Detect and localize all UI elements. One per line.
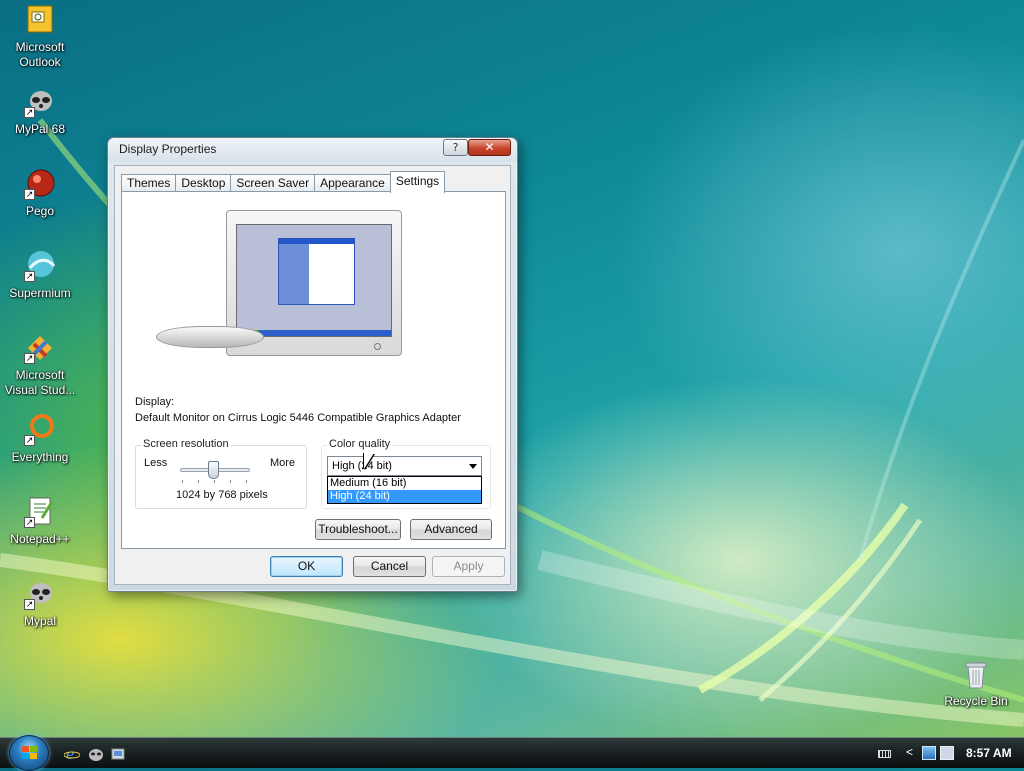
troubleshoot-button[interactable]: Troubleshoot... [315, 519, 401, 540]
windows-logo-icon [22, 746, 37, 759]
tab-screen-saver[interactable]: Screen Saver [230, 174, 316, 192]
notepadpp-icon: ↗ [24, 496, 56, 528]
tray-expand-arrow[interactable]: < [906, 745, 913, 759]
everything-icon: ↗ [24, 414, 56, 446]
cancel-button[interactable]: Cancel [353, 556, 426, 577]
desktop-icon-label: Recycle Bin [944, 694, 1008, 708]
keyboard-icon[interactable] [878, 750, 891, 758]
desktop-icon-label: Microsoft [15, 40, 65, 54]
dialog-client-area: Themes Desktop Screen Saver Appearance S… [114, 165, 511, 585]
color-quality-label: Color quality [327, 438, 393, 450]
taskbar: e < 8:57 AM [0, 735, 1024, 771]
help-button[interactable]: ? [443, 139, 468, 156]
color-quality-dropdown[interactable]: Medium (16 bit) High (24 bit) [327, 476, 482, 504]
show-desktop-icon[interactable] [110, 746, 126, 762]
raccoon-icon: ↗ [24, 578, 56, 610]
color-quality-selected: High (24 bit) [332, 460, 392, 472]
tab-strip: Themes Desktop Screen Saver Appearance S… [121, 171, 446, 193]
display-label: Display: [135, 396, 175, 408]
shortcut-arrow-icon: ↗ [24, 517, 35, 528]
monitor-stand [156, 326, 264, 348]
ok-button[interactable]: OK [270, 556, 343, 577]
outlook-icon [24, 4, 56, 36]
more-label: More [270, 457, 296, 469]
color-quality-option-medium[interactable]: Medium (16 bit) [328, 477, 481, 490]
desktop-icon-label: Notepad++ [10, 532, 70, 546]
color-quality-group: Color quality High (24 bit) Medium (16 b… [321, 438, 491, 509]
tab-themes[interactable]: Themes [121, 174, 177, 192]
close-button[interactable]: ✕ [468, 139, 511, 156]
desktop-icon-pego[interactable]: ↗ Pego [1, 168, 79, 219]
supermium-icon: ↗ [24, 250, 56, 282]
svg-text:e: e [66, 747, 74, 762]
resolution-value: 1024 by 768 pixels [176, 489, 268, 501]
desktop-icon-label: Visual Stud... [4, 383, 76, 397]
desktop-icon-label: Outlook [19, 55, 61, 69]
volume-icon[interactable] [940, 746, 954, 760]
desktop-icon-notepadpp[interactable]: ↗ Notepad++ [1, 496, 79, 547]
window-title: Display Properties [119, 142, 217, 156]
network-icon[interactable] [922, 746, 936, 760]
screen-resolution-group: Screen resolution Less More 1024 by 768 … [135, 438, 307, 509]
display-properties-window[interactable]: Display Properties ? ✕ Themes Desktop Sc… [107, 137, 518, 592]
shortcut-arrow-icon: ↗ [24, 189, 35, 200]
title-bar[interactable]: Display Properties ? ✕ [108, 138, 517, 162]
desktop-icon-everything[interactable]: ↗ Everything [1, 414, 79, 465]
power-button-icon [374, 343, 381, 350]
resolution-slider-thumb[interactable] [208, 461, 219, 479]
desktop-icon-label: Pego [25, 204, 55, 218]
shortcut-arrow-icon: ↗ [24, 271, 35, 282]
shortcut-arrow-icon: ↗ [24, 353, 35, 364]
raccoon-icon: ↗ [24, 86, 56, 118]
clock[interactable]: 8:57 AM [966, 746, 1012, 760]
display-adapter-text: Default Monitor on Cirrus Logic 5446 Com… [135, 412, 461, 424]
desktop-icon-recycle-bin[interactable]: Recycle Bin [937, 658, 1015, 709]
color-quality-option-high[interactable]: High (24 bit) [328, 490, 481, 503]
shortcut-arrow-icon: ↗ [24, 599, 35, 610]
recycle-bin-icon [960, 658, 992, 690]
desktop-icon-visual-studio[interactable]: ↗ Microsoft Visual Stud... [1, 332, 79, 398]
color-quality-combo[interactable]: High (24 bit) [327, 456, 482, 476]
shortcut-arrow-icon: ↗ [24, 107, 35, 118]
tab-settings[interactable]: Settings [389, 171, 446, 193]
chevron-down-icon[interactable] [469, 464, 477, 469]
desktop-icon-outlook[interactable]: Microsoft Outlook [1, 4, 79, 70]
close-icon: ✕ [484, 140, 495, 154]
desktop-icon-label: Everything [11, 450, 69, 464]
apply-button[interactable]: Apply [432, 556, 505, 577]
shortcut-arrow-icon: ↗ [24, 435, 35, 446]
tab-desktop[interactable]: Desktop [175, 174, 232, 192]
desktop-icon-label: Mypal [23, 614, 56, 628]
start-button[interactable] [9, 735, 49, 771]
advanced-button[interactable]: Advanced [410, 519, 492, 540]
slider-ticks [182, 480, 248, 483]
monitor-screen [236, 224, 392, 337]
internet-explorer-icon[interactable]: e [63, 746, 81, 763]
pego-icon: ↗ [24, 168, 56, 200]
desktop-icon-label: Microsoft [15, 368, 65, 382]
desktop-icon-supermium[interactable]: ↗ Supermium [1, 250, 79, 301]
screen-resolution-label: Screen resolution [141, 438, 231, 450]
desktop-icon-label: MyPal 68 [14, 122, 66, 136]
settings-panel: Display: Default Monitor on Cirrus Logic… [121, 191, 506, 549]
desktop-icon-mypal[interactable]: ↗ Mypal [1, 578, 79, 629]
tab-appearance[interactable]: Appearance [314, 174, 391, 192]
preview-window [278, 238, 355, 305]
visual-studio-icon: ↗ [24, 332, 56, 364]
mouse-cursor-icon [364, 453, 374, 469]
mypal-quicklaunch-icon[interactable] [88, 746, 104, 762]
desktop-icon-label: Supermium [9, 286, 71, 300]
desktop-icon-mypal68[interactable]: ↗ MyPal 68 [1, 86, 79, 137]
less-label: Less [144, 457, 168, 469]
